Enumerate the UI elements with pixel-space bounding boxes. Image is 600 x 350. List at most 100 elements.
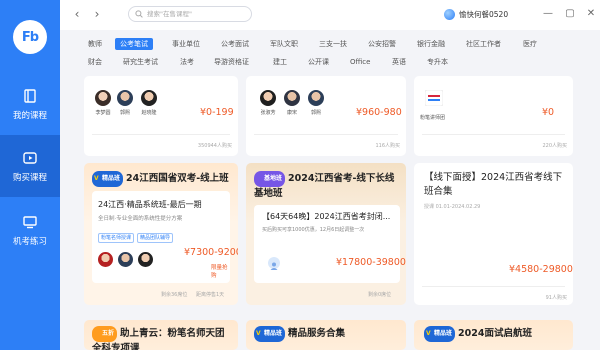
tab-military-civilian[interactable]: 军队文职	[270, 38, 298, 50]
teacher-avatar	[141, 90, 157, 106]
inner-subtitle: 全日制·专业全面的系统性提分方案	[98, 216, 183, 222]
price: ¥960-980	[356, 107, 402, 118]
course-card[interactable]: 【线下面授】2024江西省考线下班合集 授课 01.01-2024.02.29 …	[414, 163, 573, 305]
price: ¥4580-29800	[509, 264, 573, 275]
sidebar-item-label: 机考练习	[12, 236, 47, 247]
price: ¥17800-39800	[336, 257, 406, 268]
tab-tour-guide[interactable]: 导游资格证	[214, 56, 249, 68]
sidebar-item-buy-courses[interactable]: 购买课程	[0, 135, 60, 197]
teacher-avatar	[117, 90, 133, 106]
user-profile[interactable]: 愉快何餐0520	[444, 9, 508, 20]
tag: 粉笔名师授课	[98, 233, 135, 243]
card-title: 精品班24江西国省双考-线上班	[92, 171, 234, 187]
teacher: 赵晓隆	[139, 90, 159, 116]
sidebar: Fb 我的课程 购买课程 机考练习	[0, 0, 60, 350]
tab-public-institution[interactable]: 事业单位	[172, 38, 200, 50]
search-icon	[135, 10, 143, 18]
app-logo: Fb	[13, 20, 47, 54]
tab-three-supports[interactable]: 三支一扶	[319, 38, 347, 50]
sidebar-item-label: 我的课程	[12, 110, 47, 121]
course-card[interactable]: 精品班2024面试启航班	[414, 320, 573, 350]
price: ¥7300-9200	[184, 247, 238, 258]
tab-upgrade[interactable]: 专升本	[427, 56, 448, 68]
tab-office[interactable]: Office	[350, 56, 370, 68]
teacher: 李梦圆	[93, 90, 113, 116]
buyer-count: 350944人购买	[197, 143, 232, 149]
tab-open-class[interactable]: 公开课	[308, 56, 329, 68]
teacher-name: 李梦圆	[95, 110, 111, 116]
tab-bank-finance[interactable]: 银行金融	[417, 38, 445, 50]
inner-subtitle: 买后购买可享1000优惠，12月6日起调整一次	[262, 227, 365, 233]
inner-course-panel[interactable]: 【64天64晚】2024江西省考封闭... 买后购买可享1000优惠，12月6日…	[254, 205, 406, 283]
book-icon	[24, 88, 36, 103]
tab-medical[interactable]: 医疗	[523, 38, 537, 50]
tag: 精品团队辅导	[137, 233, 174, 243]
tab-law[interactable]: 法考	[180, 56, 194, 68]
inner-title: 【64天64晚】2024江西省考封闭...	[262, 212, 391, 221]
category-tabs: 教师 公考笔试 事业单位 公考面试 军队文职 三支一扶 公安招警 银行金融 社区…	[60, 34, 600, 70]
inner-course-panel[interactable]: 24江西·精品系统班-最后一期 全日制·专业全面的系统性提分方案 粉笔名师授课精…	[92, 191, 238, 283]
teacher-avatar	[284, 90, 300, 106]
tab-construction[interactable]: 建工	[273, 56, 287, 68]
card-title: 精品班精品服务合集	[254, 326, 402, 342]
avatar	[444, 9, 455, 20]
tab-postgraduate[interactable]: 研究生考试	[123, 56, 158, 68]
minimize-icon[interactable]: —	[542, 8, 554, 20]
divider	[254, 134, 398, 135]
close-icon[interactable]: ✕	[585, 8, 597, 20]
course-card[interactable]: 五折 助上青云：粉笔名师天团全科专项课	[84, 320, 238, 350]
forward-arrow-icon[interactable]: ›	[90, 7, 104, 21]
teacher-name: 康宋	[286, 110, 297, 116]
teacher-avatar	[308, 90, 324, 106]
course-card[interactable]: 基地班 2024江西省考-线下长线基地班 【64天64晚】2024江西省考封闭..…	[246, 163, 406, 305]
teacher-avatar	[268, 257, 280, 270]
buyer-count: 91人购买	[545, 295, 567, 301]
tab-accounting[interactable]: 财会	[88, 56, 102, 68]
premium-badge: 精品班	[254, 326, 286, 342]
top-bar: ‹ › 搜索"在售课程" 愉快何餐0520 — ▢ ✕	[60, 0, 600, 30]
course-card[interactable]: 张淑芳 康宋 郭熙 ¥960-980 116人购买	[246, 76, 406, 156]
buyer-count: 220人购买	[542, 143, 567, 149]
sidebar-item-exam-practice[interactable]: 机考练习	[0, 199, 60, 261]
tab-english[interactable]: 英语	[392, 56, 406, 68]
course-period: 授课 01.01-2024.02.29	[424, 204, 481, 210]
course-card[interactable]: 粉笔讲师团 ¥0 220人购买	[414, 76, 573, 156]
teacher-avatar	[118, 252, 133, 267]
tab-police[interactable]: 公安招警	[368, 38, 396, 50]
inner-title: 24江西·精品系统班-最后一期	[98, 200, 202, 209]
tab-teacher[interactable]: 教师	[88, 38, 102, 50]
tab-community-worker[interactable]: 社区工作者	[466, 38, 501, 50]
course-card[interactable]: 精品班24江西国省双考-线上班 24江西·精品系统班-最后一期 全日制·专业全面…	[84, 163, 238, 305]
stop-sale-countdown: 距离停售1天	[196, 292, 225, 298]
play-icon	[23, 151, 37, 164]
sidebar-item-label: 购买课程	[12, 172, 47, 183]
card-title-text: 精品服务合集	[288, 328, 346, 339]
premium-badge: 精品班	[92, 171, 124, 187]
card-title: 五折 助上青云：粉笔名师天团全科专项课	[92, 326, 234, 350]
seats-left: 剩余0席位	[368, 292, 392, 298]
course-card[interactable]: 李梦圆 郭熙 赵晓隆 ¥0-199 350944人购买	[84, 76, 238, 156]
maximize-icon[interactable]: ▢	[564, 8, 576, 20]
course-card[interactable]: 精品班精品服务合集	[246, 320, 406, 350]
teacher-name: 赵晓隆	[141, 110, 157, 116]
teacher: 郭熙	[115, 90, 135, 116]
divider	[422, 134, 565, 135]
card-title: 基地班 2024江西省考-线下长线基地班	[254, 171, 402, 201]
fenbi-team-logo-icon	[425, 90, 443, 106]
tag-list: 粉笔名师授课 精品团队辅导	[98, 224, 176, 243]
search-input[interactable]: 搜索"在售课程"	[128, 6, 252, 22]
seats-left: 剩余36席位	[161, 292, 188, 298]
teacher-avatar	[95, 90, 111, 106]
tab-civil-written[interactable]: 公考笔试	[115, 38, 153, 50]
sidebar-item-my-courses[interactable]: 我的课程	[0, 73, 60, 135]
teacher-avatar	[98, 252, 113, 267]
divider	[92, 134, 230, 135]
premium-badge: 精品班	[424, 326, 456, 342]
discount-badge: 五折	[92, 326, 118, 342]
teacher: 张淑芳	[258, 90, 278, 116]
teacher-name: 粉笔讲师团	[420, 115, 446, 121]
back-arrow-icon[interactable]: ‹	[70, 7, 84, 21]
base-class-badge: 基地班	[254, 171, 286, 187]
teacher: 康宋	[282, 90, 302, 116]
tab-civil-interview[interactable]: 公考面试	[221, 38, 249, 50]
